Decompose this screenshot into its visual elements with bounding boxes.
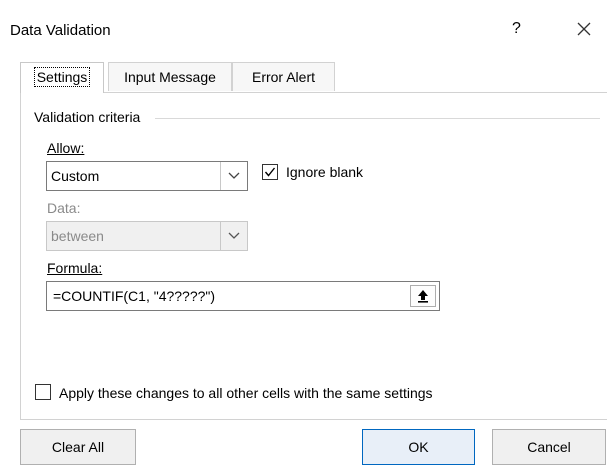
ignore-blank-checkbox[interactable] — [262, 164, 278, 180]
apply-all-label: Apply these changes to all other cells w… — [59, 385, 433, 401]
tab-error-alert[interactable]: Error Alert — [232, 62, 335, 91]
dialog-title: Data Validation — [10, 22, 111, 39]
clear-all-button[interactable]: Clear All — [20, 429, 136, 465]
arrow-up-icon — [418, 290, 428, 303]
allow-label-text: Allow: — [47, 140, 85, 156]
data-dropdown[interactable]: between — [46, 221, 248, 251]
chevron-down-icon — [220, 222, 247, 250]
chevron-down-icon — [220, 162, 247, 190]
cancel-button[interactable]: Cancel — [492, 429, 606, 465]
formula-label: Formula: — [47, 260, 102, 276]
settings-panel — [20, 92, 607, 420]
validation-criteria-label: Validation criteria — [34, 109, 147, 125]
help-button[interactable]: ? — [512, 20, 521, 38]
allow-value: Custom — [51, 168, 100, 184]
close-icon — [577, 22, 591, 36]
tab-settings-label: Settings — [33, 67, 91, 87]
formula-label-text: Formula: — [47, 260, 103, 276]
allow-dropdown[interactable]: Custom — [46, 161, 248, 191]
allow-label: Allow: — [47, 140, 84, 156]
data-value: between — [51, 228, 104, 244]
tab-input-message[interactable]: Input Message — [108, 62, 232, 91]
formula-value: =COUNTIF(C1, "4?????") — [53, 288, 216, 304]
ignore-blank-label: Ignore blank — [286, 164, 364, 180]
apply-all-checkbox[interactable] — [35, 384, 51, 400]
tab-settings[interactable]: Settings — [20, 62, 104, 93]
data-validation-dialog: Data Validation ? Settings Input Message… — [0, 0, 607, 466]
formula-input[interactable]: =COUNTIF(C1, "4?????") — [46, 281, 440, 311]
checkmark-icon — [264, 167, 276, 177]
group-divider — [155, 118, 600, 119]
ok-button[interactable]: OK — [362, 429, 475, 465]
collapse-dialog-button[interactable] — [410, 285, 436, 307]
data-label: Data: — [47, 200, 81, 216]
close-button[interactable] — [575, 20, 593, 38]
